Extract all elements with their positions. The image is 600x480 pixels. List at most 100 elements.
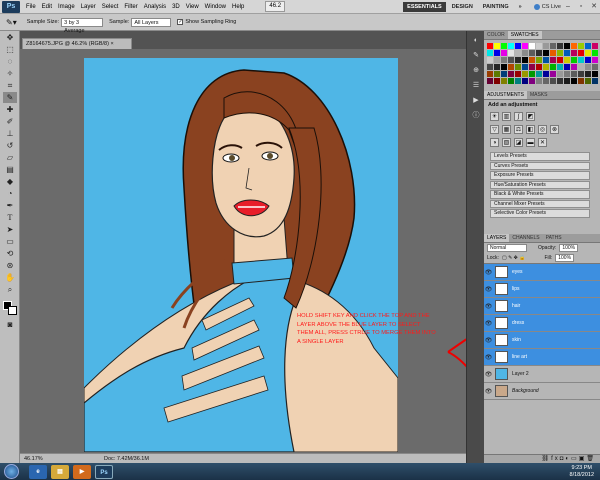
workspace-painting[interactable]: PAINTING bbox=[479, 2, 513, 12]
marquee-tool-icon[interactable]: ⬚ bbox=[3, 44, 17, 55]
black-white-icon[interactable]: ◧ bbox=[526, 125, 535, 134]
swatch[interactable] bbox=[543, 78, 549, 84]
pen-tool-icon[interactable]: ✒ bbox=[3, 200, 17, 211]
crop-tool-icon[interactable]: ⌗ bbox=[3, 80, 17, 91]
swatch[interactable] bbox=[578, 50, 584, 56]
cs-live[interactable]: CS Live bbox=[533, 3, 561, 10]
swatch[interactable] bbox=[515, 57, 521, 63]
brush-tool-icon[interactable]: ✐ bbox=[3, 116, 17, 127]
history-brush-icon[interactable]: ↺ bbox=[3, 140, 17, 151]
selective-color-icon[interactable]: ✕ bbox=[538, 138, 547, 147]
invert-icon[interactable]: ◑ bbox=[490, 138, 499, 147]
levels-icon[interactable]: ▥ bbox=[502, 112, 511, 121]
menu-view[interactable]: View bbox=[183, 0, 202, 14]
swatch[interactable] bbox=[494, 57, 500, 63]
history-icon[interactable]: ☰ bbox=[470, 81, 482, 91]
zoom-tool-icon[interactable]: ⌕ bbox=[3, 284, 17, 295]
swatch[interactable] bbox=[557, 71, 563, 77]
swatch[interactable] bbox=[487, 50, 493, 56]
swatch[interactable] bbox=[550, 64, 556, 70]
swatch[interactable] bbox=[501, 78, 507, 84]
swatch[interactable] bbox=[536, 43, 542, 49]
swatch[interactable] bbox=[550, 50, 556, 56]
swatch[interactable] bbox=[592, 64, 598, 70]
swatch[interactable] bbox=[487, 71, 493, 77]
trash-icon[interactable]: 🗑 bbox=[586, 456, 596, 462]
info-icon[interactable]: ⓘ bbox=[470, 111, 482, 121]
swatch[interactable] bbox=[501, 50, 507, 56]
menu-select[interactable]: Select bbox=[99, 0, 122, 14]
swatch[interactable] bbox=[536, 71, 542, 77]
swatch[interactable] bbox=[571, 64, 577, 70]
exposure-icon[interactable]: ◩ bbox=[526, 112, 535, 121]
swatch[interactable] bbox=[543, 57, 549, 63]
swatch[interactable] bbox=[557, 78, 563, 84]
swatch[interactable] bbox=[494, 64, 500, 70]
layer-row[interactable]: 👁 line art bbox=[484, 349, 600, 366]
swatch[interactable] bbox=[536, 78, 542, 84]
move-tool-icon[interactable]: ✥ bbox=[3, 32, 17, 43]
layer-row[interactable]: 👁 skin bbox=[484, 332, 600, 349]
clone-source-icon[interactable]: ⊕ bbox=[470, 66, 482, 76]
swatch[interactable] bbox=[501, 43, 507, 49]
preset-exposure[interactable]: Exposure Presets bbox=[490, 171, 590, 180]
swatch[interactable] bbox=[508, 57, 514, 63]
swatch[interactable] bbox=[494, 71, 500, 77]
tab-channels[interactable]: CHANNELS bbox=[509, 234, 542, 242]
healing-brush-icon[interactable]: ✚ bbox=[3, 104, 17, 115]
quick-mask-icon[interactable]: ◙ bbox=[3, 319, 17, 330]
swatch[interactable] bbox=[536, 50, 542, 56]
swatch[interactable] bbox=[529, 57, 535, 63]
layer-row[interactable]: 👁 Layer 2 bbox=[484, 366, 600, 383]
menu-filter[interactable]: Filter bbox=[121, 0, 140, 14]
dodge-tool-icon[interactable]: ◔ bbox=[3, 188, 17, 199]
swatch[interactable] bbox=[557, 57, 563, 63]
tab-layers[interactable]: LAYERS bbox=[484, 234, 510, 242]
path-select-icon[interactable]: ➤ bbox=[3, 224, 17, 235]
fill-field[interactable]: 100% bbox=[555, 254, 575, 262]
quick-select-tool-icon[interactable]: ✧ bbox=[3, 68, 17, 79]
swatch[interactable] bbox=[494, 78, 500, 84]
swatch[interactable] bbox=[529, 50, 535, 56]
swatch[interactable] bbox=[557, 50, 563, 56]
menu-3d[interactable]: 3D bbox=[169, 0, 183, 14]
swatch[interactable] bbox=[578, 43, 584, 49]
visibility-eye-icon[interactable]: 👁 bbox=[484, 371, 493, 378]
swatch[interactable] bbox=[529, 78, 535, 84]
swatch[interactable] bbox=[585, 71, 591, 77]
stamp-tool-icon[interactable]: ⊥ bbox=[3, 128, 17, 139]
visibility-eye-icon[interactable]: 👁 bbox=[484, 303, 493, 310]
sample-select[interactable]: All Layers bbox=[131, 17, 172, 27]
swatch[interactable] bbox=[543, 64, 549, 70]
start-button[interactable] bbox=[4, 464, 19, 479]
swatch[interactable] bbox=[536, 57, 542, 63]
swatch[interactable] bbox=[592, 43, 598, 49]
close-icon[interactable]: ✕ bbox=[588, 2, 600, 12]
brush-panel-icon[interactable]: ✎ bbox=[470, 51, 482, 61]
swatch[interactable] bbox=[515, 64, 521, 70]
swatch[interactable] bbox=[564, 43, 570, 49]
swatch[interactable] bbox=[571, 78, 577, 84]
color-panel-icon[interactable]: ◐ bbox=[470, 36, 482, 46]
sample-size-select[interactable]: 3 by 3 Average bbox=[61, 17, 104, 34]
shape-tool-icon[interactable]: ▭ bbox=[3, 236, 17, 247]
swatch[interactable] bbox=[529, 64, 535, 70]
swatch[interactable] bbox=[592, 71, 598, 77]
swatch[interactable] bbox=[557, 64, 563, 70]
swatch[interactable] bbox=[585, 50, 591, 56]
swatch[interactable] bbox=[543, 50, 549, 56]
swatch[interactable] bbox=[550, 43, 556, 49]
ie-icon[interactable]: e bbox=[29, 464, 47, 479]
preset-channel-mixer[interactable]: Channel Mixer Presets bbox=[490, 199, 590, 208]
clock-time[interactable]: 9:23 PM bbox=[570, 465, 594, 472]
swatch[interactable] bbox=[536, 64, 542, 70]
swatch[interactable] bbox=[592, 57, 598, 63]
opacity-field[interactable]: 100% bbox=[559, 244, 579, 252]
layer-row[interactable]: 👁 Background bbox=[484, 383, 600, 400]
zoom-percentage[interactable]: 46.17% bbox=[24, 456, 64, 462]
show-ring-checkbox[interactable]: ✓ bbox=[177, 19, 184, 25]
swatch[interactable] bbox=[585, 64, 591, 70]
restore-icon[interactable]: ▫ bbox=[575, 2, 587, 12]
workspace-more[interactable]: » bbox=[515, 2, 526, 12]
artwork-canvas[interactable] bbox=[84, 58, 398, 452]
